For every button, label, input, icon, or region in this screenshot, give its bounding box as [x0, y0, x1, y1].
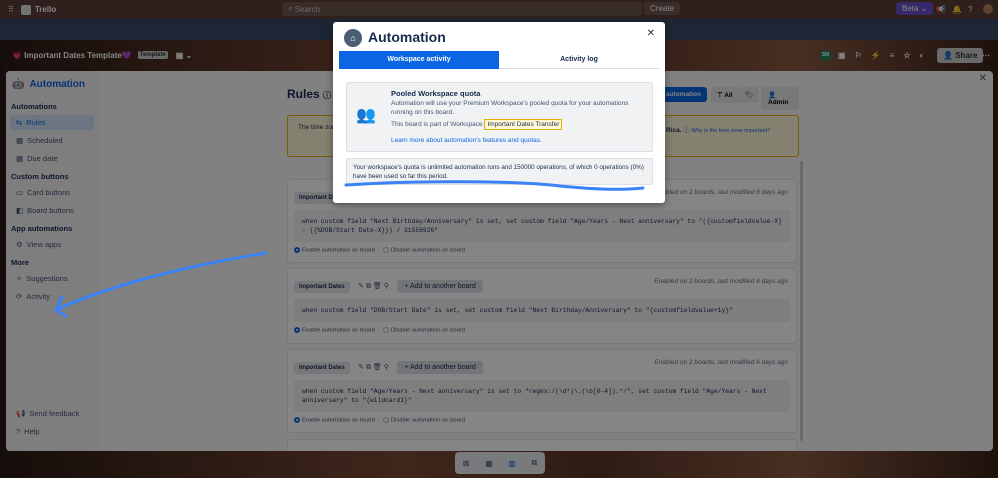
- quota-description: Automation will use your Premium Workspa…: [391, 100, 629, 116]
- tab-activity-log[interactable]: Activity log: [499, 51, 659, 69]
- modal-logo-icon: ⌂: [344, 29, 362, 47]
- team-icon: 👥: [356, 107, 376, 124]
- usage-box: Your workspace's quota is unlimited auto…: [346, 158, 653, 185]
- workspace-badge[interactable]: Important Dates Transfer: [484, 119, 563, 130]
- learn-more-link[interactable]: Learn more about automation's features a…: [391, 137, 542, 144]
- automation-modal: ⌂ Automation ✕ Workspace activity Activi…: [333, 22, 665, 203]
- tab-workspace-activity[interactable]: Workspace activity: [339, 51, 499, 69]
- modal-title: Automation: [368, 29, 446, 45]
- quota-box: 👥 Pooled Workspace quota Automation will…: [346, 82, 653, 152]
- workspace-line: This board is part of Workspace Importan…: [391, 119, 563, 130]
- close-icon[interactable]: ✕: [647, 28, 655, 39]
- quota-heading: Pooled Workspace quota: [391, 89, 481, 98]
